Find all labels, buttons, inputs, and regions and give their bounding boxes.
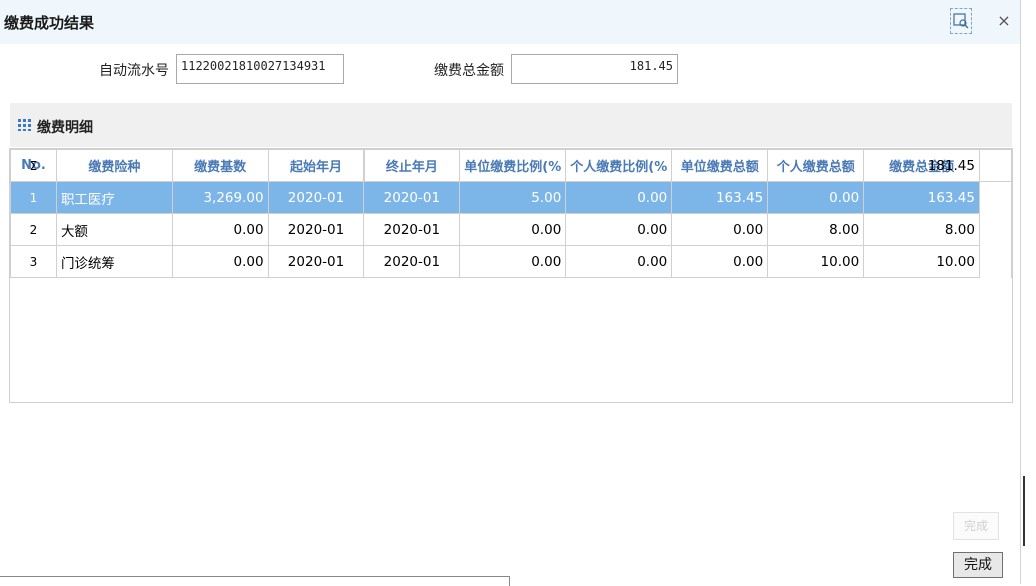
close-button[interactable]: × <box>996 12 1012 30</box>
summary-empty <box>267 149 365 182</box>
cell-unit-total: 163.45 <box>671 181 769 214</box>
summary-total: 181.45 <box>863 149 980 182</box>
summary-empty <box>565 149 673 182</box>
cell-personal-ratio: 0.00 <box>565 245 673 278</box>
cell-no: 1 <box>10 181 57 214</box>
summary-empty <box>459 149 567 182</box>
cell-end: 2020-01 <box>363 181 461 214</box>
cell-personal-total: 0.00 <box>767 181 865 214</box>
maximize-button[interactable] <box>950 8 972 34</box>
cell-base: 0.00 <box>171 213 269 246</box>
summary-table: Σ 181.45 <box>10 149 1013 182</box>
cell-personal-ratio: 0.00 <box>565 213 673 246</box>
table-row[interactable]: 3 门诊统筹 0.00 2020-01 2020-01 0.00 0.00 0.… <box>10 245 1013 278</box>
summary-symbol: Σ <box>10 149 57 182</box>
cell-base: 0.00 <box>171 245 269 278</box>
summary-empty <box>363 149 461 182</box>
done-button-disabled: 完成 <box>953 512 999 540</box>
total-amount-label: 缴费总金额 <box>434 63 504 79</box>
summary-empty <box>671 149 769 182</box>
cell-base: 3,269.00 <box>171 181 269 214</box>
serial-number-field[interactable]: 11220021810027134931 <box>176 54 344 84</box>
cell-end: 2020-01 <box>363 245 461 278</box>
payment-detail-grid: No. 缴费险种 缴费基数 起始年月 终止年月 单位缴费比例(% 个人缴费比例(… <box>9 148 1013 403</box>
cell-end: 2020-01 <box>363 213 461 246</box>
summary-filler <box>978 149 1013 182</box>
total-amount-field[interactable]: 181.45 <box>511 54 678 84</box>
cell-start: 2020-01 <box>267 245 365 278</box>
dialog-title-bar: 缴费成功结果 × <box>0 0 1020 44</box>
summary-empty <box>171 149 269 182</box>
summary-row: Σ 181.45 <box>10 149 1013 182</box>
grid-dots-icon <box>18 119 31 131</box>
cell-filler <box>978 213 1013 246</box>
cell-unit-ratio: 5.00 <box>459 181 567 214</box>
cell-type: 大额 <box>55 213 173 246</box>
panel-title: 缴费明细 <box>37 120 93 136</box>
status-strip <box>0 576 510 586</box>
maximize-icon <box>953 13 969 29</box>
table-row[interactable]: 2 大额 0.00 2020-01 2020-01 0.00 0.00 0.00… <box>10 213 1013 246</box>
cell-total: 8.00 <box>863 213 980 246</box>
cell-unit-ratio: 0.00 <box>459 245 567 278</box>
cell-unit-total: 0.00 <box>671 245 769 278</box>
cell-type: 职工医疗 <box>55 181 173 214</box>
cell-filler <box>978 181 1013 214</box>
serial-number-label: 自动流水号 <box>99 63 169 79</box>
payment-result-dialog: 缴费成功结果 × 自动流水号 11220021810027134931 缴费总金… <box>0 0 1020 586</box>
cell-personal-total: 8.00 <box>767 213 865 246</box>
cell-personal-total: 10.00 <box>767 245 865 278</box>
dialog-title: 缴费成功结果 <box>4 14 95 32</box>
cell-start: 2020-01 <box>267 181 365 214</box>
summary-empty <box>767 149 865 182</box>
cell-filler <box>978 245 1013 278</box>
edge-marker <box>1023 476 1036 546</box>
cell-total: 10.00 <box>863 245 980 278</box>
window-right-edge <box>1020 0 1036 584</box>
close-icon: × <box>997 11 1011 30</box>
cell-unit-ratio: 0.00 <box>459 213 567 246</box>
cell-personal-ratio: 0.00 <box>565 181 673 214</box>
summary-empty <box>55 149 173 182</box>
cell-unit-total: 0.00 <box>671 213 769 246</box>
cell-no: 3 <box>10 245 57 278</box>
cell-type: 门诊统筹 <box>55 245 173 278</box>
cell-total: 163.45 <box>863 181 980 214</box>
cell-no: 2 <box>10 213 57 246</box>
payment-detail-panel-header: 缴费明细 <box>10 103 1012 147</box>
done-button[interactable]: 完成 <box>953 552 1003 578</box>
table-row[interactable]: 1 职工医疗 3,269.00 2020-01 2020-01 5.00 0.0… <box>10 181 1013 214</box>
cell-start: 2020-01 <box>267 213 365 246</box>
